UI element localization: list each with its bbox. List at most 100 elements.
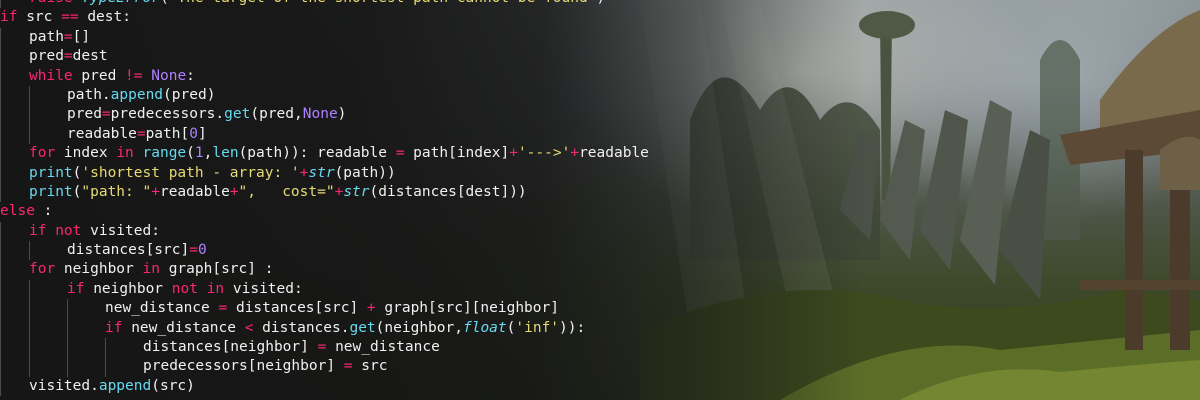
indent-guide xyxy=(29,105,67,125)
code-line: if not visited: xyxy=(0,221,649,242)
code-token: : xyxy=(43,203,53,220)
code-line: pred=dest xyxy=(0,47,649,67)
code-token: = xyxy=(101,106,111,123)
code-token: None xyxy=(151,67,187,84)
code-token: neighbor xyxy=(93,280,172,297)
indent-guide xyxy=(0,124,29,145)
code-token: ) xyxy=(596,0,605,6)
code-token: visited. xyxy=(29,377,99,394)
code-token: predecessors. xyxy=(110,106,225,123)
code-token: = xyxy=(136,125,146,142)
code-line: path=[] xyxy=(0,27,649,48)
code-line: for index in range(1,len(path)): readabl… xyxy=(0,144,649,164)
code-token: )) xyxy=(559,319,577,336)
code-token: 0 xyxy=(197,242,207,259)
code-token: : xyxy=(576,319,586,336)
indent-guide xyxy=(0,241,29,261)
code-token: 'The target of the shortest path cannot … xyxy=(169,0,597,6)
code-token: distances. xyxy=(253,319,350,336)
code-token: index xyxy=(63,145,117,162)
indent-guide xyxy=(0,47,29,67)
code-token: TypeError xyxy=(81,0,160,6)
code-token: not in xyxy=(171,280,233,297)
code-token: = xyxy=(63,28,73,45)
indent-guide xyxy=(0,85,29,106)
code-token: if xyxy=(0,9,27,26)
indent-guide xyxy=(29,124,67,145)
code-line: if neighbor not in visited: xyxy=(0,279,649,300)
code-token: predecessors[neighbor] xyxy=(143,358,344,375)
indent-guide xyxy=(0,318,29,339)
code-token: 0 xyxy=(189,125,198,142)
code-token: (pred, xyxy=(250,106,303,123)
code-line: print("path: "+readable+", cost="+str(di… xyxy=(0,182,649,203)
code-line: path.append(pred) xyxy=(0,85,649,106)
code-token: while xyxy=(29,67,82,84)
code-token: 'inf' xyxy=(515,319,560,336)
code-line: readable=path[0] xyxy=(0,124,649,145)
code-token: = xyxy=(343,358,353,375)
code-token: visited: xyxy=(90,222,160,239)
code-token: print xyxy=(29,183,73,200)
indent-guide xyxy=(105,357,143,377)
indent-guide xyxy=(0,279,29,300)
code-line: new_distance = distances[src] + graph[sr… xyxy=(0,299,649,319)
indent-guide xyxy=(67,299,105,319)
code-token: ) xyxy=(337,106,347,123)
code-token: path. xyxy=(67,86,111,103)
indent-guide xyxy=(105,338,143,358)
code-token: + xyxy=(509,145,518,162)
code-token: float xyxy=(462,319,507,336)
code-token: pred xyxy=(81,67,126,84)
code-token: + xyxy=(229,183,239,200)
indent-guide xyxy=(67,318,105,339)
code-token: if xyxy=(105,319,132,336)
indent-guide xyxy=(0,163,29,183)
code-token: new_distance xyxy=(105,300,219,317)
indent-guide xyxy=(0,338,29,358)
code-line: raise TypeError('The target of the short… xyxy=(0,0,649,9)
code-token: if not xyxy=(29,222,91,239)
indent-guide xyxy=(67,338,105,358)
indent-guide xyxy=(0,182,29,203)
code-token: != xyxy=(125,67,143,84)
indent-guide xyxy=(67,357,105,377)
code-token: + xyxy=(334,183,344,200)
code-token: ( xyxy=(186,145,195,162)
indent-guide xyxy=(0,299,29,319)
code-token: for xyxy=(29,261,64,278)
code-token: str xyxy=(343,183,370,200)
code-token: = xyxy=(218,300,228,317)
code-line: pred=predecessors.get(pred,None) xyxy=(0,105,649,125)
indent-guide xyxy=(29,241,67,261)
code-token: for xyxy=(29,145,64,162)
code-token: dest: xyxy=(78,9,131,26)
code-token: (path)) xyxy=(334,164,396,181)
indent-guide xyxy=(0,260,29,280)
code-token: else xyxy=(0,203,44,220)
code-token: 1 xyxy=(194,145,204,162)
code-token: get xyxy=(349,319,376,336)
code-token: path[ xyxy=(145,125,190,142)
code-token: if xyxy=(67,280,94,297)
code-token: + xyxy=(151,183,160,200)
code-token: 'shortest path - array: ' xyxy=(81,164,300,181)
code-token: (pred) xyxy=(163,86,216,103)
code-token: = xyxy=(189,242,198,259)
code-line: distances[src]=0 xyxy=(0,241,649,261)
code-listing: raise TypeError('The target of the short… xyxy=(0,0,649,397)
code-token: readable xyxy=(159,183,230,200)
code-line: while pred != None: xyxy=(0,66,649,86)
indent-guide xyxy=(29,338,67,358)
code-token: pred xyxy=(67,106,102,123)
code-token: distances[src] xyxy=(227,300,367,317)
indent-guide xyxy=(0,144,29,164)
code-token: str xyxy=(308,164,335,181)
code-line: predecessors[neighbor] = src xyxy=(0,357,649,377)
code-token: : xyxy=(186,67,195,84)
code-token: (path)): readable xyxy=(238,145,396,162)
code-line: for neighbor in graph[src] : xyxy=(0,260,649,280)
code-token: get xyxy=(224,106,251,123)
code-token: src xyxy=(26,9,62,26)
